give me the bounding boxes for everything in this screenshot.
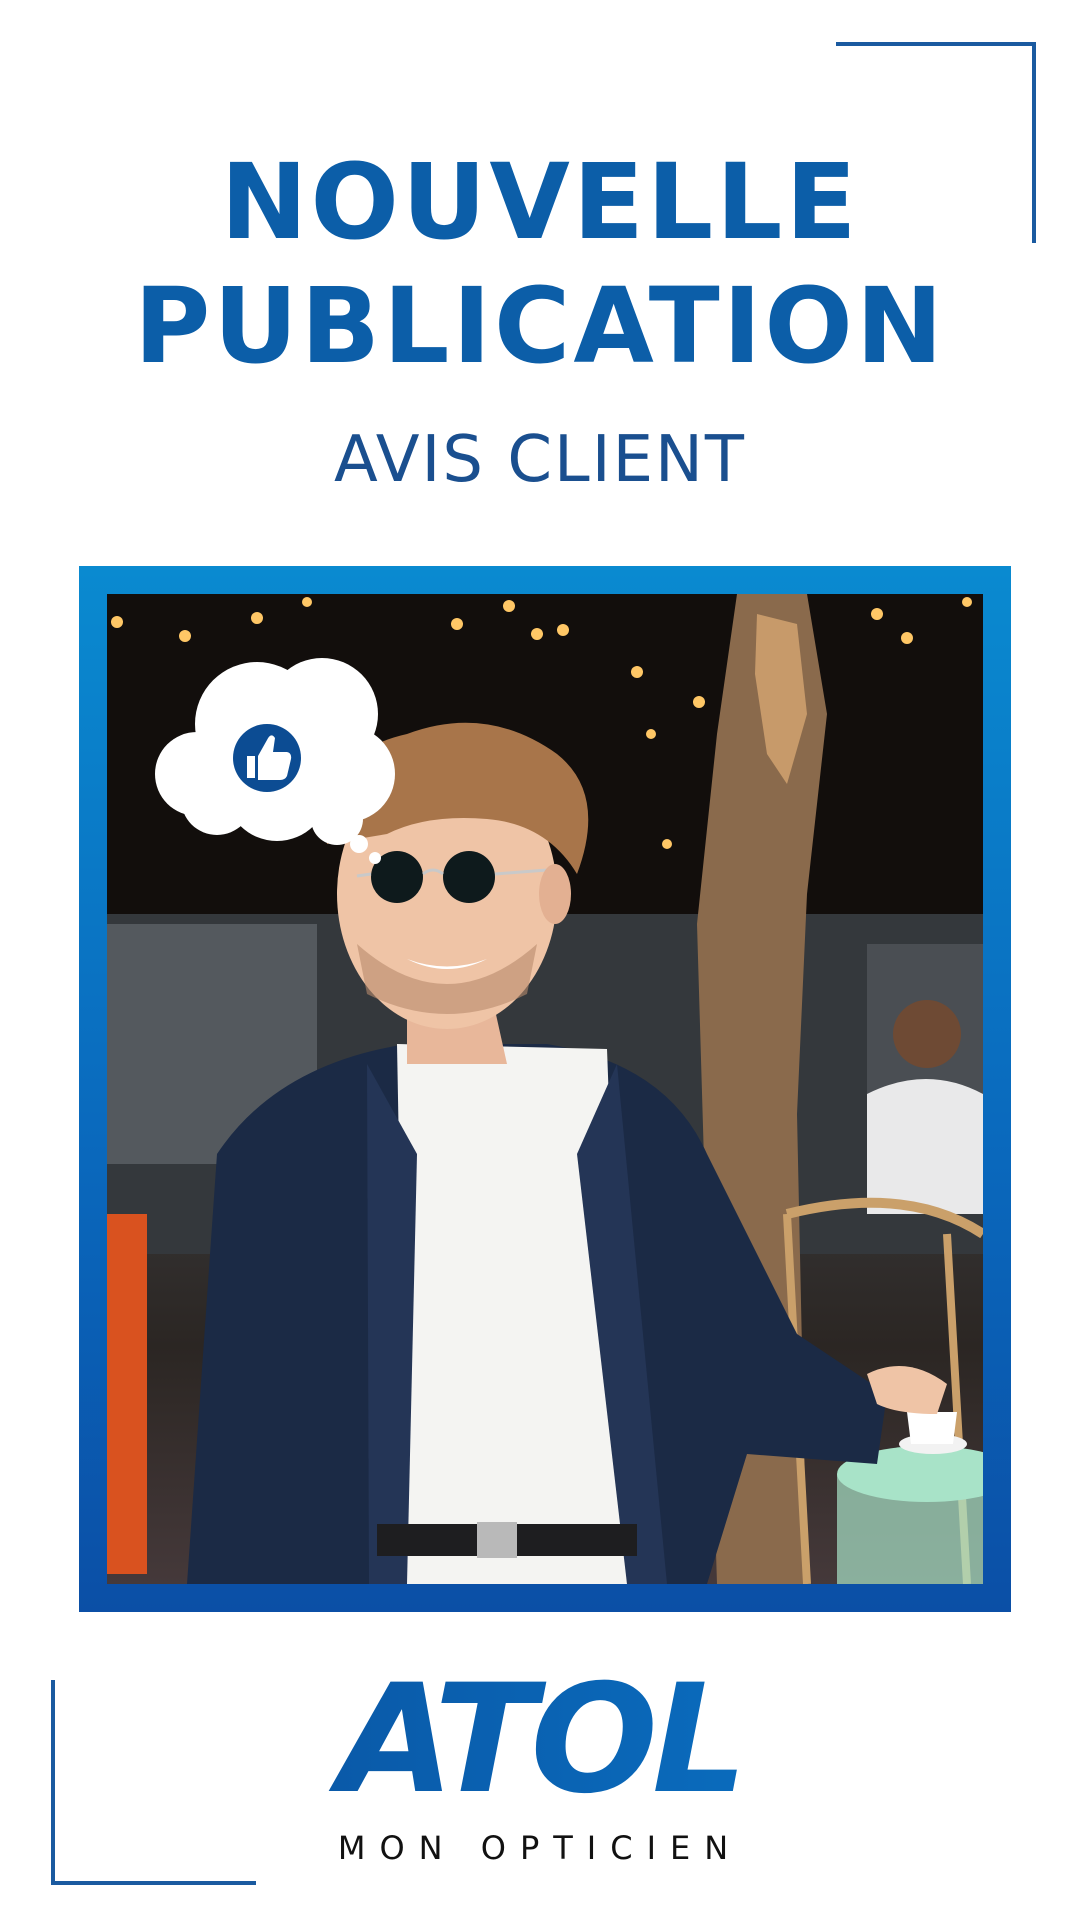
headline: NOUVELLE PUBLICATION xyxy=(0,140,1080,388)
coffee-cup xyxy=(907,1412,957,1444)
headline-line-1: NOUVELLE xyxy=(220,141,860,263)
thumbs-up-icon xyxy=(233,724,301,792)
subtitle: AVIS CLIENT xyxy=(334,423,746,497)
background-person-shirt xyxy=(867,1079,983,1214)
headline-line-2: PUBLICATION xyxy=(134,265,946,387)
photo-illustration xyxy=(107,594,983,1584)
photo-frame xyxy=(79,566,1011,1612)
brand-logo-wordmark: ATOL xyxy=(0,1660,1080,1820)
brand-logo-tagline: MON OPTICIEN xyxy=(337,1829,743,1867)
brand-logo: ATOL MON OPTICIEN xyxy=(0,1660,1080,1868)
man-ear xyxy=(539,864,571,924)
cafe-table-side xyxy=(837,1474,983,1584)
customer-photo xyxy=(107,594,983,1584)
belt-buckle xyxy=(477,1522,517,1558)
red-chair-left xyxy=(107,1214,147,1574)
background-person-head xyxy=(893,1000,961,1068)
